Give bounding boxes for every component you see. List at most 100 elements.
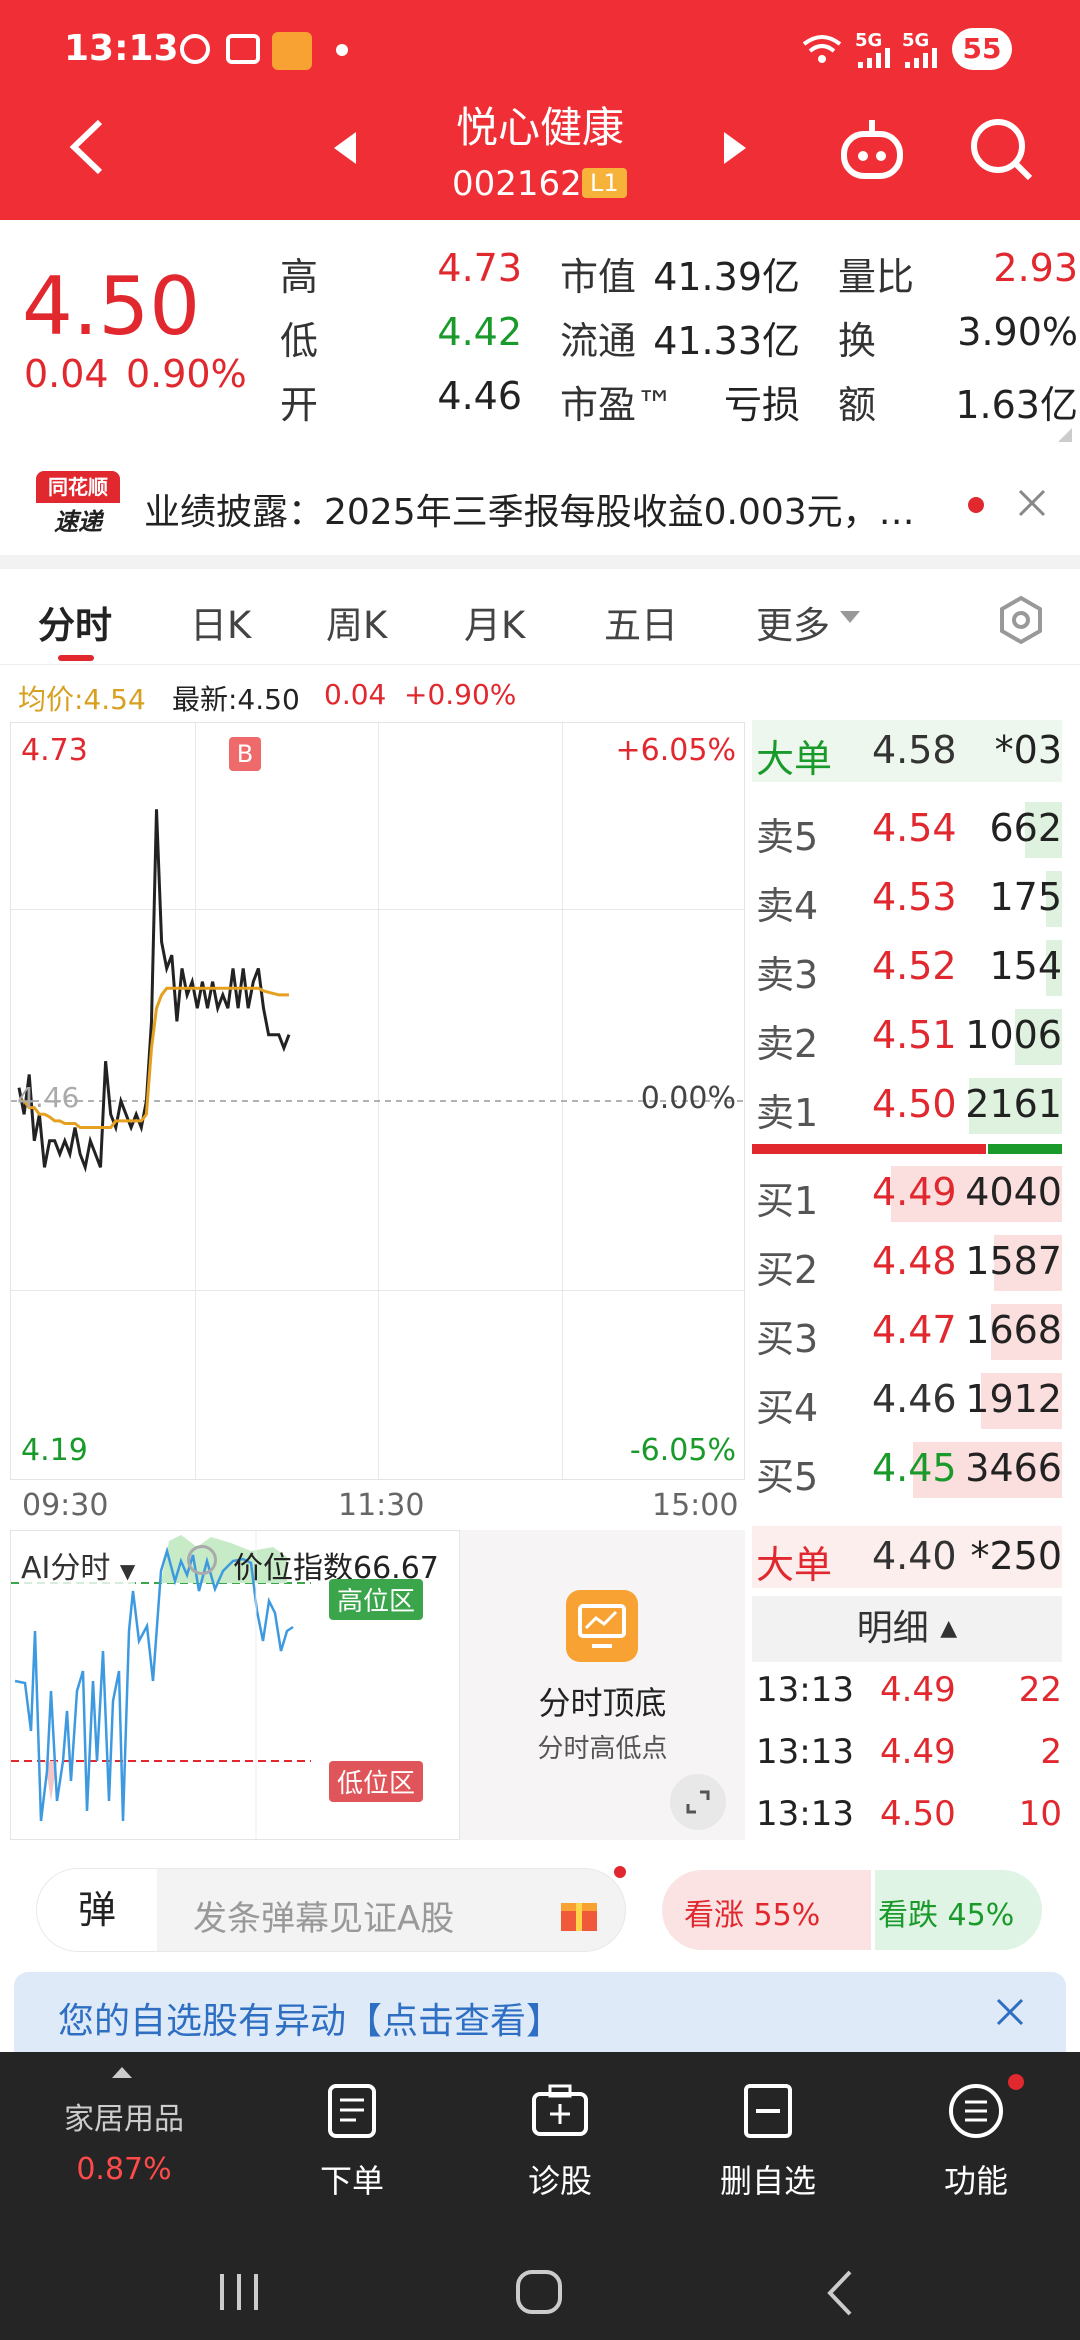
mktcap-label: 市值	[560, 255, 637, 299]
signal1-icon	[858, 48, 894, 68]
y-bottom-label: 4.19	[21, 1433, 88, 1468]
danmu-toggle[interactable]: 弹	[37, 1869, 157, 1951]
close-icon[interactable]	[994, 1996, 1026, 2028]
alert-banner[interactable]: 您的自选股有异动【点击查看】	[14, 1972, 1066, 2052]
big-order-top[interactable]: 大单 4.58 *03	[752, 720, 1062, 782]
buy-level-volume: 1912	[965, 1377, 1062, 1421]
tick-price: 4.49	[880, 1732, 956, 1772]
sell-level-label: 卖4	[756, 884, 819, 928]
intraday-chart[interactable]: 4.73 4.46 4.19 +6.05% 0.00% -6.05% B	[10, 722, 745, 1480]
bid-ask-ratio-bar	[752, 1144, 1062, 1154]
nav-remove-label: 删自选	[719, 2162, 816, 2200]
status-time: 13:13	[64, 28, 179, 69]
remove-icon	[744, 2084, 792, 2138]
prev-stock-button[interactable]	[330, 128, 360, 168]
big-order-label: 大单	[756, 1543, 833, 1587]
ai-mode-label: AI分时	[21, 1551, 111, 1586]
buy-level-volume: 1668	[965, 1308, 1062, 1352]
sell-row[interactable]: 卖1 4.50 2161	[752, 1074, 1062, 1136]
more-dot-icon	[1008, 2074, 1024, 2090]
danmu-input[interactable]: 弹 发条弹幕见证A股	[36, 1868, 626, 1952]
feature-card[interactable]: 分时顶底 分时高低点	[460, 1530, 745, 1840]
buy-level-volume: 3466	[965, 1446, 1062, 1490]
tick-row: 13:13 4.49 22	[752, 1662, 1062, 1724]
pct-mid-label: 0.00%	[640, 1081, 736, 1116]
home-icon[interactable]	[514, 2268, 564, 2316]
buy-row[interactable]: 买4 4.46 1912	[752, 1369, 1062, 1431]
expand-icon[interactable]	[670, 1774, 726, 1830]
buy-level-volume: 4040	[965, 1170, 1062, 1214]
unread-dot-icon	[968, 497, 984, 513]
big-order-vol: *03	[994, 728, 1062, 772]
back-nav-icon[interactable]	[820, 2268, 860, 2318]
settings-icon[interactable]	[996, 595, 1046, 645]
next-stock-button[interactable]	[720, 128, 750, 168]
sell-level-price: 4.51	[872, 1013, 957, 1057]
low-zone-badge: 低位区	[329, 1761, 424, 1802]
nav-order[interactable]: 下单	[262, 2082, 442, 2202]
buy-level-price: 4.47	[872, 1308, 957, 1352]
volratio-label: 量比	[838, 255, 915, 299]
sell-level-price: 4.52	[872, 944, 957, 988]
tab-intraday[interactable]: 分时	[38, 595, 112, 649]
sell-row[interactable]: 卖5 4.54 662	[752, 798, 1062, 860]
buy-row[interactable]: 买1 4.49 4040	[752, 1162, 1062, 1224]
buy-level-price: 4.49	[872, 1170, 957, 1214]
logo-bottom-text: 速递	[36, 503, 120, 541]
nav-more[interactable]: 功能	[886, 2082, 1066, 2202]
chevron-down-icon	[838, 609, 862, 625]
sell-level-label: 卖1	[756, 1091, 819, 1135]
bull-label: 看涨 55%	[684, 1898, 821, 1933]
tab-five-day[interactable]: 五日	[604, 595, 678, 649]
detail-header[interactable]: 明细 ▲	[752, 1596, 1062, 1662]
volratio-value: 2.93	[993, 246, 1078, 290]
buy-marker[interactable]: B	[229, 737, 261, 771]
current-price: 4.50	[22, 260, 201, 353]
info-icon[interactable]	[187, 1545, 217, 1575]
big-order-price: 4.58	[872, 728, 957, 772]
robot-icon[interactable]	[836, 112, 908, 184]
tab-daily-k[interactable]: 日K	[190, 595, 251, 649]
quote-stats: 4.50 0.04 0.90% 高 4.73 低 4.42 开 4.46 市值 …	[0, 220, 1080, 450]
back-button[interactable]	[62, 112, 112, 182]
ai-intraday-panel[interactable]: AI分时 ▼ 价位指数66.67 高位区 低位区	[10, 1530, 460, 1840]
sector-name[interactable]: 家居用品	[34, 2094, 214, 2138]
nav-diagnose[interactable]: 诊股	[470, 2082, 650, 2202]
sell-level-label: 卖2	[756, 1022, 819, 1066]
sell-row[interactable]: 卖4 4.53 175	[752, 867, 1062, 929]
buy-row[interactable]: 买3 4.47 1668	[752, 1300, 1062, 1362]
recent-apps-icon[interactable]	[214, 2270, 264, 2314]
system-nav	[0, 2242, 1080, 2340]
sell-row[interactable]: 卖2 4.51 1006	[752, 1005, 1062, 1067]
nav-order-label: 下单	[319, 2162, 384, 2200]
news-ticker[interactable]: 同花顺 速递 业绩披露：2025年三季报每股收益0.003元，…	[0, 455, 1080, 555]
buy-level-label: 买1	[756, 1179, 819, 1223]
turnover-value: 3.90%	[957, 310, 1078, 354]
nav-remove-watchlist[interactable]: 删自选	[678, 2082, 858, 2202]
sentiment-vote[interactable]: 看涨 55% 看跌 45%	[662, 1870, 1042, 1950]
buy-level-label: 买5	[756, 1455, 819, 1499]
low-label: 低	[280, 319, 319, 363]
sell-level-price: 4.54	[872, 806, 957, 850]
turnover-label: 换	[838, 319, 877, 363]
tab-monthly-k[interactable]: 月K	[464, 595, 525, 649]
menu-icon	[949, 2084, 1003, 2138]
ai-mode-selector[interactable]: AI分时 ▼	[21, 1543, 136, 1587]
diagnose-icon	[532, 2084, 588, 2136]
buy-level-label: 买3	[756, 1317, 819, 1361]
tab-weekly-k[interactable]: 周K	[326, 595, 387, 649]
big-order-label: 大单	[756, 737, 833, 781]
search-icon[interactable]	[966, 114, 1036, 184]
close-icon[interactable]	[1016, 487, 1048, 519]
expand-corner-icon[interactable]	[1054, 424, 1074, 444]
buy-row[interactable]: 买2 4.48 1587	[752, 1231, 1062, 1293]
sell-row[interactable]: 卖3 4.52 154	[752, 936, 1062, 998]
big-order-bottom[interactable]: 大单 4.40 *250	[752, 1526, 1062, 1588]
tab-more[interactable]: 更多	[756, 595, 830, 649]
x-mid-label: 11:30	[338, 1488, 425, 1523]
notification-icon	[180, 34, 210, 64]
sell-level-price: 4.53	[872, 875, 957, 919]
gift-icon[interactable]	[557, 1889, 601, 1933]
high-value: 4.73	[437, 246, 522, 290]
buy-row[interactable]: 买5 4.45 3466	[752, 1438, 1062, 1500]
